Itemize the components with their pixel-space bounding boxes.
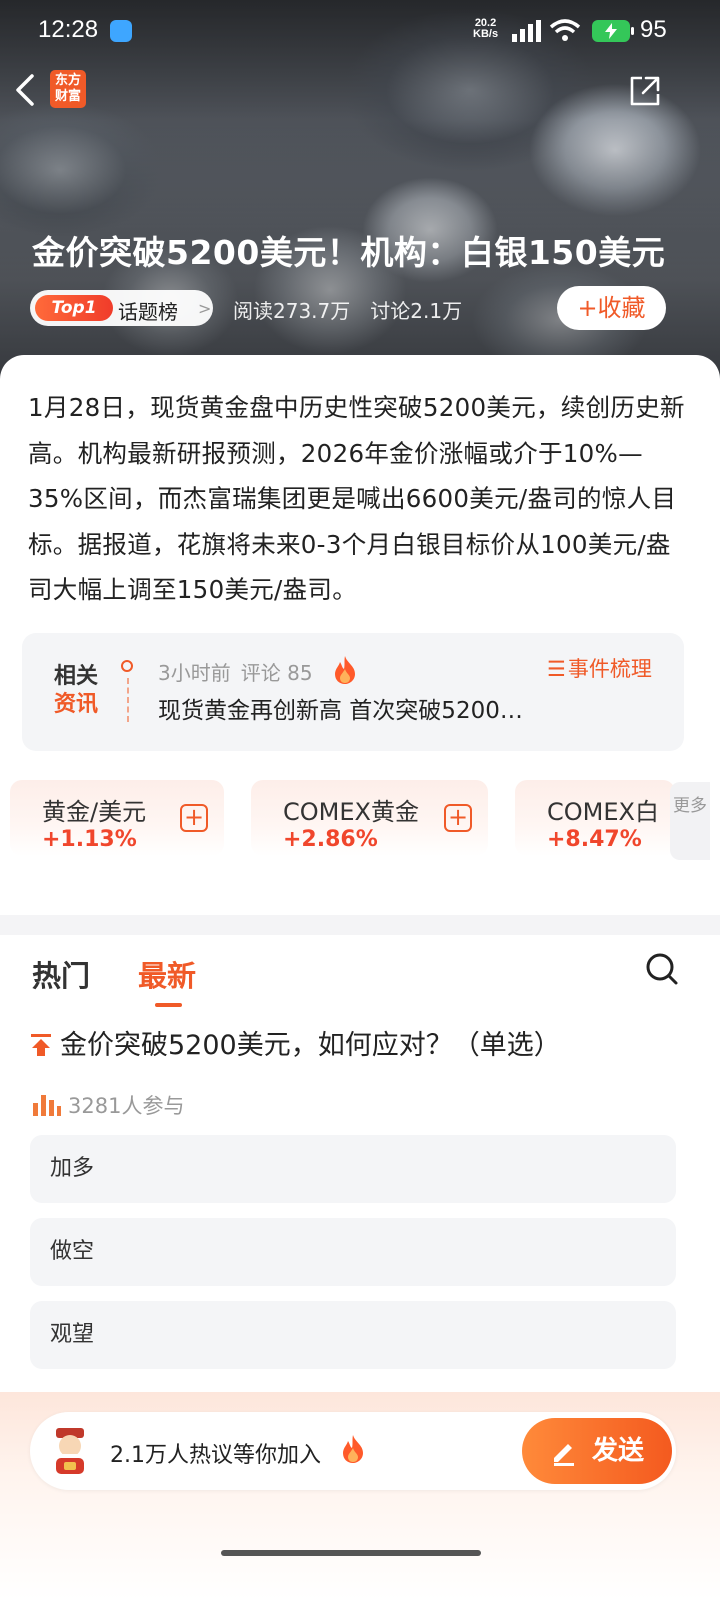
net-speed-unit: KB/s: [473, 28, 499, 40]
related-headline[interactable]: 现货黄金再创新高 首次突破5200…: [158, 691, 523, 725]
status-bar: 12:28 20.2 KB/s 95: [0, 0, 720, 62]
network-app-icon: [110, 20, 132, 42]
pin-top-icon: [31, 1034, 51, 1056]
content-card: 1月28日，现货黄金盘中历史性突破5200美元，续创历史新高。机构最新研报预测，…: [0, 355, 720, 915]
poll-question: 金价突破5200美元，如何应对？（单选）: [30, 1023, 561, 1062]
quote-change: +2.86%: [283, 827, 378, 852]
quote-change: +1.13%: [42, 827, 137, 852]
poll-option[interactable]: 做空: [30, 1218, 676, 1286]
quote-strip: 黄金/美元 +1.13% + COMEX黄金 +2.86% + COMEX白 +…: [0, 780, 720, 860]
battery-icon: [592, 20, 634, 42]
add-watchlist-icon[interactable]: +: [180, 804, 208, 832]
topic-title: 金价突破5200美元！机构：白银150美元: [32, 233, 666, 272]
bar-chart-icon: [33, 1095, 61, 1116]
search-icon[interactable]: [644, 951, 680, 987]
battery-level: 95: [640, 16, 667, 43]
related-tag-line2: 资讯: [54, 692, 99, 717]
topic-rank-label: 话题榜: [118, 300, 178, 324]
quote-change: +8.47%: [547, 827, 642, 852]
favorite-button[interactable]: +收藏: [557, 286, 666, 330]
quote-card[interactable]: COMEX白 +8.47%: [515, 780, 675, 856]
send-button[interactable]: 发送: [522, 1418, 672, 1484]
related-news-meta: 3小时前 评论 85: [158, 657, 313, 686]
topic-stats: 阅读273.7万 讨论2.1万: [233, 295, 462, 324]
tab-hot[interactable]: 热门: [32, 953, 90, 995]
logo-line2: 财富: [54, 89, 81, 104]
quote-card[interactable]: 黄金/美元 +1.13% +: [10, 780, 224, 856]
poll-option[interactable]: 观望: [30, 1301, 676, 1369]
fire-icon: [343, 1435, 363, 1463]
related-news-tag: 相关 资讯: [54, 663, 98, 719]
related-time: 3小时前: [158, 661, 231, 685]
logo-line1: 东方: [54, 73, 81, 88]
related-tag-line1: 相关: [54, 664, 99, 689]
home-indicator[interactable]: [221, 1550, 481, 1556]
comment-input-bar[interactable]: 2.1万人热议等你加入 发送: [30, 1412, 676, 1490]
top1-badge: Top1: [35, 295, 113, 321]
status-time: 12:28: [38, 16, 99, 43]
mascot-avatar: [56, 1428, 84, 1474]
bottom-comment-area: 2.1万人热议等你加入 发送: [0, 1392, 720, 1600]
edit-icon: [554, 1444, 574, 1466]
topic-rank-pill[interactable]: Top1 话题榜 >: [30, 290, 213, 326]
share-icon[interactable]: [628, 74, 662, 108]
net-speed: 20.2 KB/s: [473, 18, 498, 40]
event-timeline-label: 事件梳理: [567, 657, 652, 681]
quote-name: COMEX黄金: [283, 798, 419, 826]
poll-title-text: 金价突破5200美元，如何应对？（单选）: [60, 1030, 561, 1061]
participant-count: 3281人参与: [68, 1094, 185, 1118]
invite-text: 2.1万人热议等你加入: [110, 1443, 321, 1468]
quote-name: 黄金/美元: [42, 798, 147, 826]
read-count: 阅读273.7万: [233, 299, 351, 323]
event-timeline-link[interactable]: ☰事件梳理: [547, 653, 652, 683]
quotes-more-tab[interactable]: 更多: [670, 782, 710, 860]
tab-latest[interactable]: 最新: [138, 953, 196, 995]
timeline-line: [127, 678, 129, 722]
quote-name: COMEX白: [547, 798, 659, 826]
fire-icon: [335, 656, 355, 684]
poll-participants: 3281人参与: [32, 1090, 184, 1120]
send-label: 发送: [591, 1436, 644, 1466]
related-news-card[interactable]: 相关 资讯 3小时前 评论 85 ☰事件梳理 现货黄金再创新高 首次突破5200…: [22, 633, 684, 751]
add-watchlist-icon[interactable]: +: [444, 804, 472, 832]
signal-icon: [512, 20, 541, 42]
related-comments: 评论 85: [240, 661, 313, 685]
topic-summary: 1月28日，现货黄金盘中历史性突破5200美元，续创历史新高。机构最新研报预测，…: [28, 393, 685, 604]
active-tab-indicator: [155, 1003, 182, 1007]
quote-card[interactable]: COMEX黄金 +2.86% +: [251, 780, 488, 856]
discussion-section: 热门 最新 金价突破5200美元，如何应对？（单选） 3281人参与 加多 做空…: [0, 935, 720, 1405]
back-icon[interactable]: [12, 72, 42, 108]
list-icon: ☰: [547, 657, 566, 681]
timeline-dot: [121, 660, 133, 672]
chevron-right-icon: >: [198, 299, 212, 318]
poll-option[interactable]: 加多: [30, 1135, 676, 1203]
app-logo: 东方 财富: [50, 70, 86, 108]
discussion-count: 讨论2.1万: [370, 299, 463, 323]
wifi-icon: [549, 19, 581, 41]
